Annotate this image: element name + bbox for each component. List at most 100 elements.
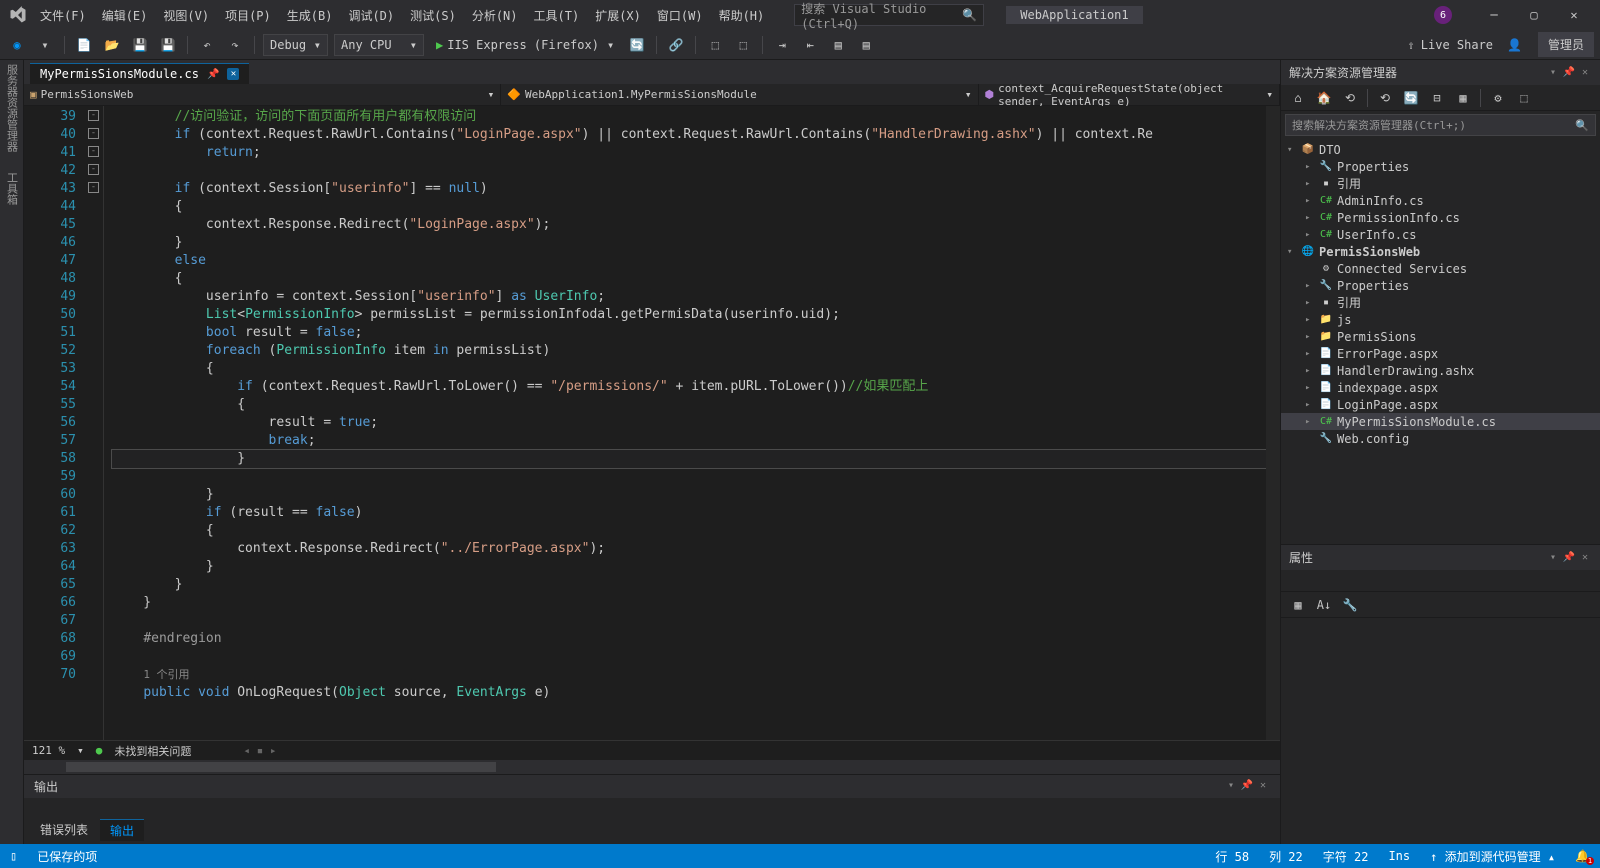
ok-icon: ●	[96, 744, 103, 757]
collapse-icon[interactable]: ⊟	[1426, 87, 1448, 109]
tree-item[interactable]: ▸C#PermissionInfo.cs	[1281, 209, 1600, 226]
tree-item[interactable]: ▸📄LoginPage.aspx	[1281, 396, 1600, 413]
nav-class[interactable]: 🔶WebApplication1.MyPermisSionsModule▾	[501, 84, 978, 105]
new-item-button[interactable]: 📄	[73, 34, 95, 56]
wrench-icon[interactable]: 🔧	[1339, 594, 1361, 616]
menu-文件(F)[interactable]: 文件(F)	[32, 3, 94, 28]
tab-close-button[interactable]: ✕	[227, 68, 239, 80]
home2-icon[interactable]: 🏠	[1313, 87, 1335, 109]
dropdown-icon[interactable]: ▾	[1546, 66, 1560, 80]
menu-项目(P)[interactable]: 项目(P)	[217, 3, 279, 28]
menu-生成(B)[interactable]: 生成(B)	[279, 3, 341, 28]
tab-row: MyPermisSionsModule.cs 📌 ✕	[24, 60, 1280, 84]
browser-link-button[interactable]: 🔗	[665, 34, 687, 56]
menu-视图(V)[interactable]: 视图(V)	[155, 3, 217, 28]
tree-item[interactable]: ▸C#UserInfo.cs	[1281, 226, 1600, 243]
close-button[interactable]: ✕	[1554, 0, 1594, 30]
minimap[interactable]	[1266, 106, 1280, 740]
menu-工具(T)[interactable]: 工具(T)	[526, 3, 588, 28]
menu-窗口(W)[interactable]: 窗口(W)	[649, 3, 711, 28]
pin-icon[interactable]: 📌	[1562, 66, 1576, 80]
minimize-button[interactable]: ─	[1474, 0, 1514, 30]
search-icon: 🔍	[962, 8, 977, 22]
home-icon[interactable]: ⌂	[1287, 87, 1309, 109]
tree-item[interactable]: ▸▪引用	[1281, 175, 1600, 192]
tree-item[interactable]: 🔧Web.config	[1281, 430, 1600, 447]
refresh-button[interactable]: 🔄	[626, 34, 648, 56]
tree-item[interactable]: ▸🔧Properties	[1281, 158, 1600, 175]
props-icon[interactable]: ⚙	[1487, 87, 1509, 109]
step2-button[interactable]: ⬚	[732, 34, 754, 56]
share-icon: ⇪	[1408, 38, 1415, 52]
tree-item[interactable]: ▸📁js	[1281, 311, 1600, 328]
live-share-button[interactable]: ⇪Live Share 👤	[1408, 38, 1522, 52]
undo-button[interactable]: ↶	[196, 34, 218, 56]
outdent-button[interactable]: ⇤	[799, 34, 821, 56]
platform-combo[interactable]: Any CPU▾	[334, 34, 424, 56]
show-all-icon[interactable]: ▦	[1452, 87, 1474, 109]
pin-icon[interactable]: 📌	[1562, 551, 1576, 565]
maximize-button[interactable]: ▢	[1514, 0, 1554, 30]
tree-item[interactable]: ▸C#MyPermisSionsModule.cs	[1281, 413, 1600, 430]
nav-member[interactable]: ⬢context_AcquireRequestState(object send…	[979, 84, 1280, 105]
bottom-tab[interactable]: 错误列表	[30, 819, 98, 841]
tree-item[interactable]: ▸📁PermisSions	[1281, 328, 1600, 345]
menu-分析(N)[interactable]: 分析(N)	[464, 3, 526, 28]
run-button[interactable]: ▶IIS Express (Firefox)▾	[430, 34, 620, 56]
close-icon[interactable]: ✕	[1578, 66, 1592, 80]
menu-调试(D)[interactable]: 调试(D)	[340, 3, 402, 28]
pin-icon[interactable]: 📌	[1240, 778, 1254, 792]
tree-item[interactable]: ▸▪引用	[1281, 294, 1600, 311]
tree-item[interactable]: ▸📄indexpage.aspx	[1281, 379, 1600, 396]
file-tab[interactable]: MyPermisSionsModule.cs 📌 ✕	[30, 63, 249, 84]
solution-search[interactable]: 搜索解决方案资源管理器(Ctrl+;)🔍	[1285, 114, 1596, 136]
tree-item[interactable]: ▸📄HandlerDrawing.ashx	[1281, 362, 1600, 379]
save-all-button[interactable]: 💾	[157, 34, 179, 56]
code-editor[interactable]: 3940414243444546474849505152535455565758…	[24, 106, 1280, 740]
open-button[interactable]: 📂	[101, 34, 123, 56]
uncomment-button[interactable]: ▤	[855, 34, 877, 56]
save-button[interactable]: 💾	[129, 34, 151, 56]
back-icon[interactable]: ⟲	[1374, 87, 1396, 109]
dropdown-icon[interactable]: ▾	[1224, 778, 1238, 792]
menu-测试(S)[interactable]: 测试(S)	[402, 3, 464, 28]
menu-扩展(X)[interactable]: 扩展(X)	[587, 3, 649, 28]
step-button[interactable]: ⬚	[704, 34, 726, 56]
categorize-icon[interactable]: ▦	[1287, 594, 1309, 616]
refresh-icon[interactable]: 🔄	[1400, 87, 1422, 109]
search-input[interactable]: 搜索 Visual Studio (Ctrl+Q) 🔍	[794, 4, 984, 26]
bottom-tab[interactable]: 输出	[100, 819, 144, 841]
horizontal-scrollbar[interactable]	[24, 760, 1280, 774]
pin-icon[interactable]: 📌	[207, 69, 219, 80]
tree-item[interactable]: ⚙Connected Services	[1281, 260, 1600, 277]
config-combo[interactable]: Debug▾	[263, 34, 328, 56]
zoom-level[interactable]: 121 %	[32, 744, 65, 757]
menu-帮助(H)[interactable]: 帮助(H)	[711, 3, 773, 28]
sync-icon[interactable]: ⟲	[1339, 87, 1361, 109]
comment-button[interactable]: ▤	[827, 34, 849, 56]
tree-item[interactable]: ▸📄ErrorPage.aspx	[1281, 345, 1600, 362]
nav-project[interactable]: ▣PermisSionsWeb▾	[24, 84, 501, 105]
bell-icon[interactable]: 🔔1	[1575, 849, 1590, 863]
alpha-icon[interactable]: A↓	[1313, 594, 1335, 616]
redo-button[interactable]: ↷	[224, 34, 246, 56]
tree-item[interactable]: ▾📦DTO	[1281, 141, 1600, 158]
close-icon[interactable]: ✕	[1256, 778, 1270, 792]
toolbar: ◉ ▾ 📄 📂 💾 💾 ↶ ↷ Debug▾ Any CPU▾ ▶IIS Exp…	[0, 30, 1600, 60]
forward-button[interactable]: ▾	[34, 34, 56, 56]
close-icon[interactable]: ✕	[1578, 551, 1592, 565]
dropdown-icon[interactable]: ▾	[1546, 551, 1560, 565]
user-icon: 👤	[1507, 38, 1522, 52]
server-explorer-tab[interactable]: 服务器资源管理器	[4, 64, 20, 152]
indent-button[interactable]: ⇥	[771, 34, 793, 56]
toolbox-tab[interactable]: 工具箱	[4, 172, 20, 205]
tree-item[interactable]: ▾🌐PermisSionsWeb	[1281, 243, 1600, 260]
view-code-icon[interactable]: ⬚	[1513, 87, 1535, 109]
notification-badge[interactable]: 6	[1434, 6, 1452, 24]
saved-label: 已保存的项	[37, 848, 97, 865]
menu-编辑(E)[interactable]: 编辑(E)	[94, 3, 156, 28]
tree-item[interactable]: ▸C#AdminInfo.cs	[1281, 192, 1600, 209]
source-control-button[interactable]: ↑ 添加到源代码管理 ▴	[1430, 848, 1555, 865]
back-button[interactable]: ◉	[6, 34, 28, 56]
tree-item[interactable]: ▸🔧Properties	[1281, 277, 1600, 294]
